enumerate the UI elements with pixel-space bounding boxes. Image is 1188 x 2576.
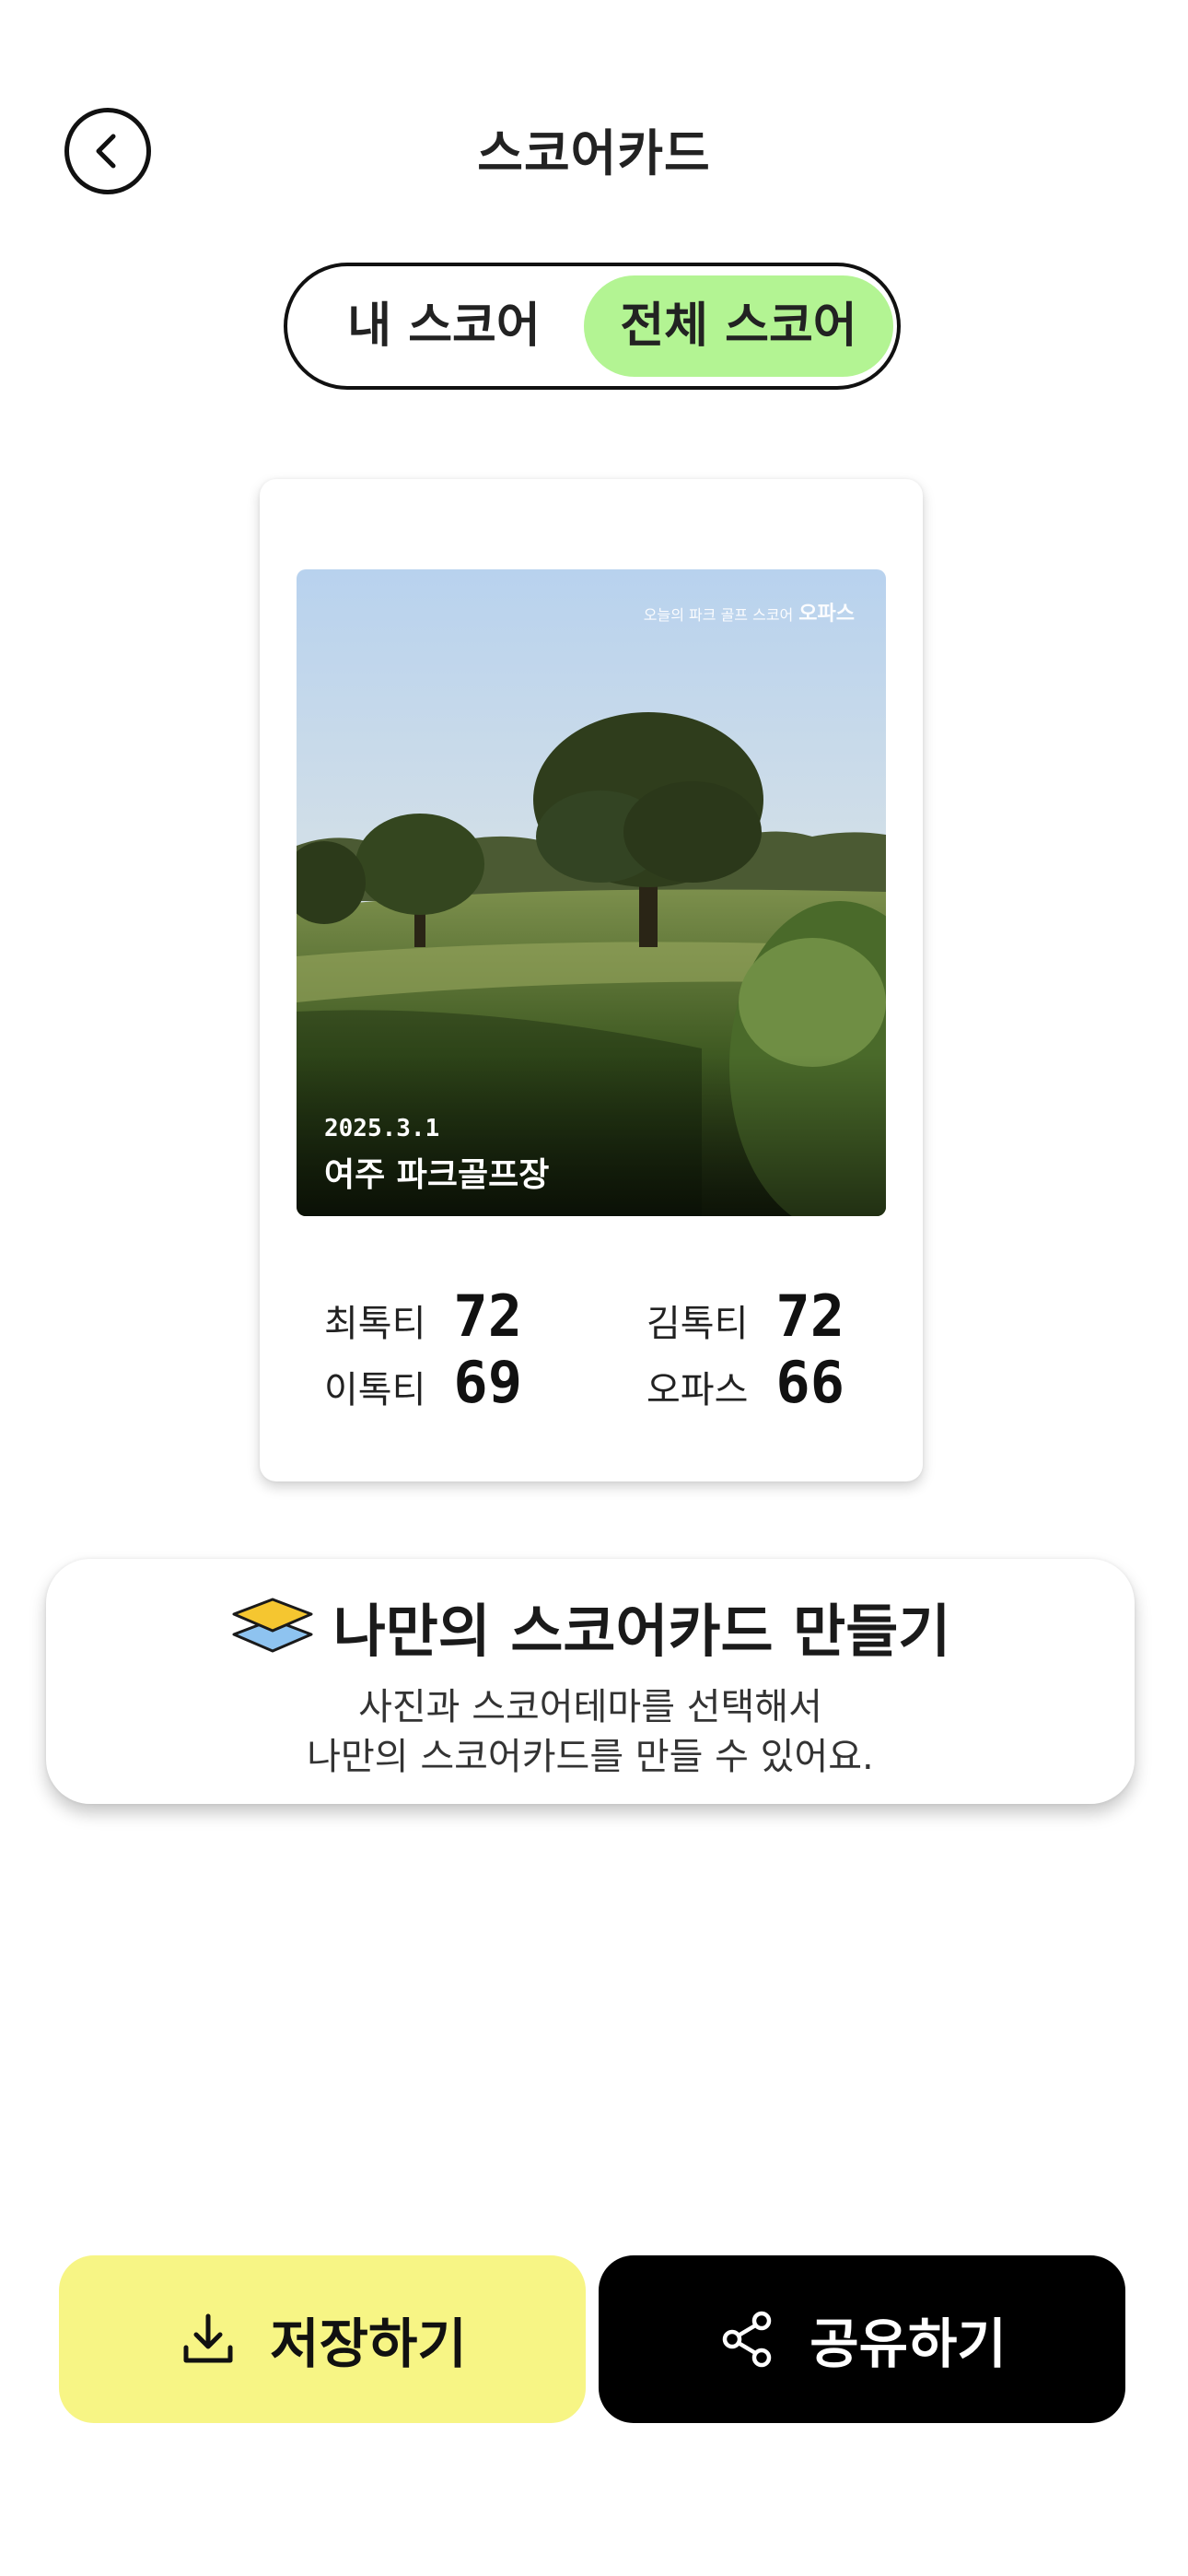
round-date: 2025.3.1 [324, 1115, 440, 1142]
promo-description: 사진과 스코어테마를 선택해서 나만의 스코어카드를 만들 수 있어요. [46, 1682, 1135, 1782]
score-scope-toggle: 내 스코어 전체 스코어 [284, 263, 901, 390]
promo-desc-line: 사진과 스코어테마를 선택해서 [358, 1686, 822, 1728]
player-name: 이톡티 [324, 1369, 426, 1411]
course-name: 여주 파크골프장 [324, 1156, 550, 1194]
brand-name: 오파스 [798, 603, 855, 626]
tab-my-score[interactable]: 내 스코어 [306, 275, 582, 377]
brand-caption: 오늘의 파크 골프 스코어 [643, 606, 794, 624]
share-button-label: 공유하기 [809, 2313, 1007, 2375]
player-score: 최톡티 72 [324, 1282, 522, 1350]
player-score: 김톡티 72 [646, 1282, 844, 1350]
promo-title: 나만의 스코어카드 만들기 [332, 1598, 951, 1665]
player-name: 오파스 [646, 1369, 749, 1411]
course-photo: 오늘의 파크 골프 스코어 오파스 2025.3.1 여주 파크골프장 [297, 569, 886, 1216]
create-scorecard-card[interactable]: 나만의 스코어카드 만들기 사진과 스코어테마를 선택해서 나만의 스코어카드를… [46, 1559, 1135, 1804]
promo-desc-line: 나만의 스코어카드를 만들 수 있어요. [307, 1736, 874, 1778]
promo-header: 나만의 스코어카드 만들기 [46, 1585, 1135, 1668]
share-icon [723, 2311, 772, 2368]
player-score: 오파스 66 [646, 1349, 844, 1416]
player-score-value: 69 [453, 1349, 523, 1416]
share-button[interactable]: 공유하기 [599, 2255, 1125, 2423]
player-score-value: 72 [453, 1282, 523, 1350]
save-button[interactable]: 저장하기 [59, 2255, 586, 2423]
page-title: 스코어카드 [477, 124, 711, 182]
save-button-label: 저장하기 [270, 2313, 467, 2375]
player-name: 최톡티 [324, 1303, 426, 1345]
download-icon [183, 2313, 233, 2363]
player-name: 김톡티 [646, 1303, 749, 1345]
photo-brand-caption: 오늘의 파크 골프 스코어 오파스 [644, 597, 855, 626]
tab-all-score[interactable]: 전체 스코어 [584, 275, 893, 377]
layers-icon [230, 1596, 315, 1657]
scorecard-preview: 오늘의 파크 골프 스코어 오파스 2025.3.1 여주 파크골프장 최톡티 7… [260, 479, 923, 1481]
player-score-value: 66 [775, 1349, 845, 1416]
player-score-value: 72 [775, 1282, 845, 1350]
player-score: 이톡티 69 [324, 1349, 522, 1416]
